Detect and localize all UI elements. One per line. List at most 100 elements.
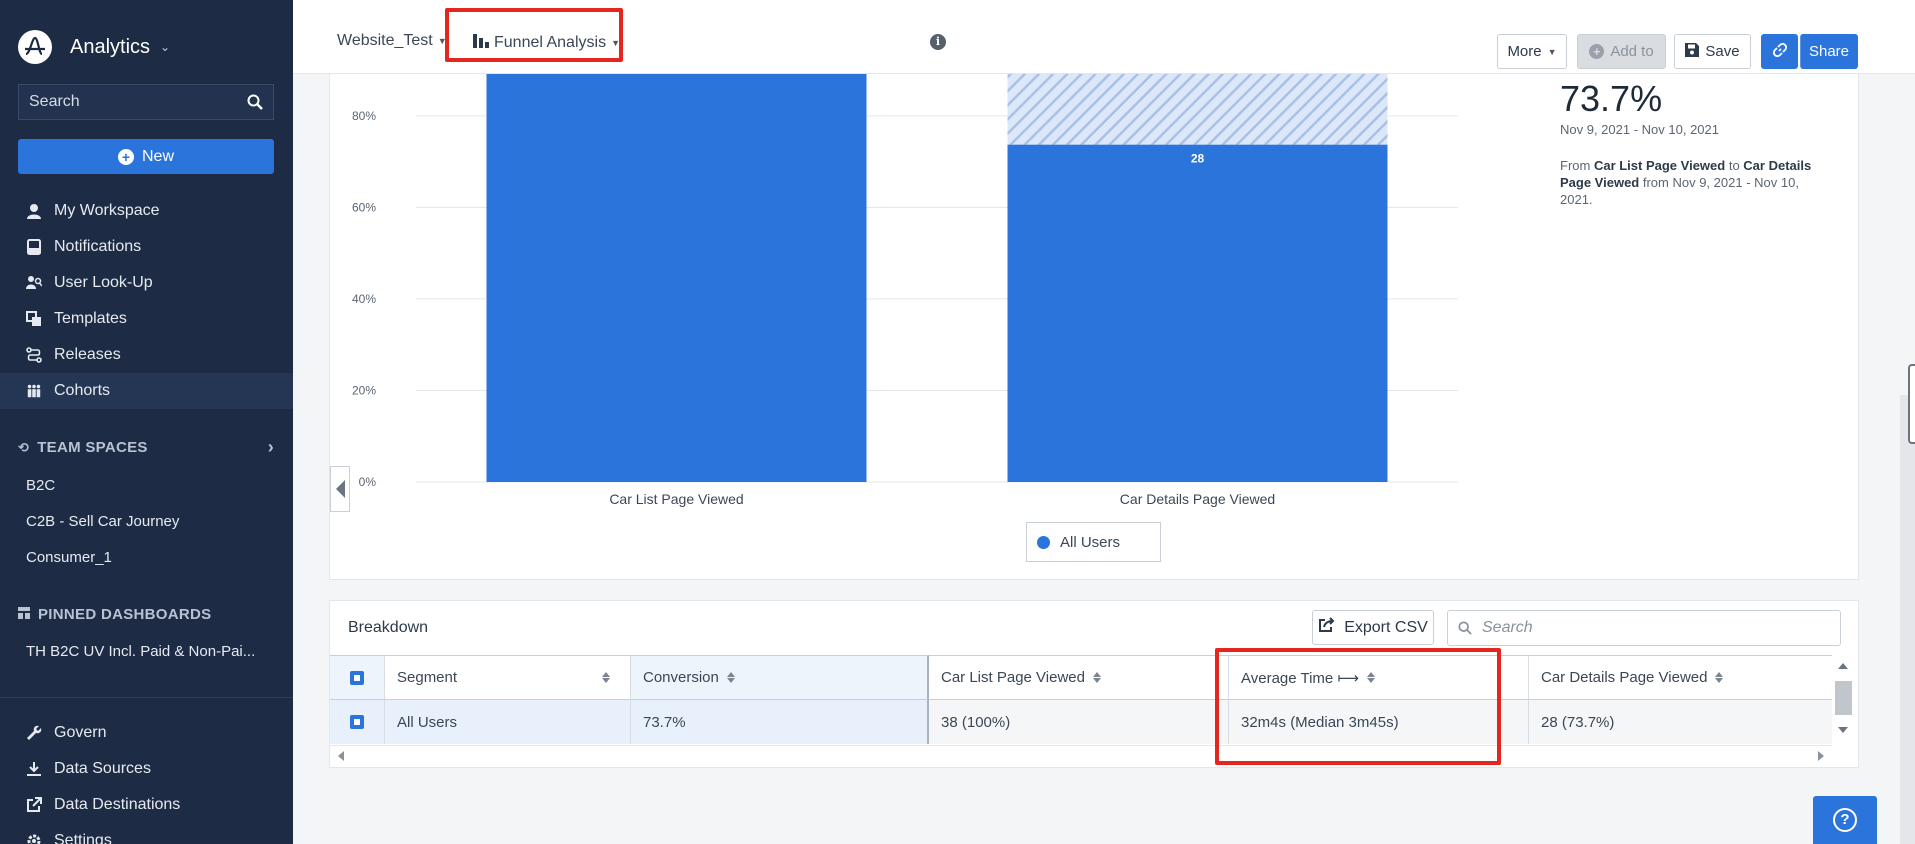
row-checkbox[interactable]: [330, 700, 385, 744]
sidebar-item-data-sources[interactable]: Data Sources: [0, 751, 293, 787]
help-button[interactable]: ?: [1813, 796, 1877, 844]
sidebar-item-releases[interactable]: Releases: [0, 337, 293, 373]
page-scrollbar-track[interactable]: [1900, 395, 1915, 844]
column-header-label: Segment: [397, 669, 458, 686]
scroll-up-icon: [1838, 663, 1848, 669]
wrench-icon: [26, 725, 42, 741]
sidebar-item-label: Settings: [54, 832, 112, 844]
info-icon[interactable]: i: [930, 34, 946, 50]
sidebar-item-data-destinations[interactable]: Data Destinations: [0, 787, 293, 823]
y-tick-label: 20%: [352, 383, 376, 397]
gear-icon: [26, 833, 42, 844]
sidebar-search-input[interactable]: Search: [18, 84, 274, 120]
question-mark-icon: ?: [1833, 808, 1857, 832]
sort-icon: [602, 672, 610, 683]
scroll-thumb[interactable]: [1835, 681, 1852, 715]
column-header-label: Car List Page Viewed: [941, 669, 1085, 686]
conversion-rate: 73.7%: [1560, 78, 1663, 119]
team-space-item[interactable]: B2C: [26, 477, 55, 494]
sort-icon: [1715, 672, 1724, 683]
summary-description: From Car List Page Viewed to Car Details…: [1560, 157, 1820, 208]
add-to-button[interactable]: + Add to: [1577, 34, 1666, 69]
caret-left-icon: [335, 480, 345, 498]
app-switcher[interactable]: Analytics ⌄: [18, 30, 170, 64]
copy-link-button[interactable]: [1761, 34, 1798, 69]
plus-icon: +: [117, 148, 134, 165]
export-csv-button[interactable]: Export CSV: [1312, 610, 1434, 645]
cohorts-icon: [26, 383, 42, 399]
pinned-dashboards-header[interactable]: PINNED DASHBOARDS: [18, 606, 274, 623]
sidebar-item-templates[interactable]: Templates: [0, 301, 293, 337]
sidebar-item-label: Govern: [54, 724, 107, 741]
plus-circle-icon: +: [1589, 44, 1605, 59]
cell-segment: All Users: [385, 700, 631, 744]
breakdown-table: Segment Conversion Car List Page Viewed …: [330, 655, 1832, 745]
sidebar-item-user-look-up[interactable]: User Look-Up: [0, 265, 293, 301]
column-header-conversion[interactable]: Conversion: [631, 655, 929, 700]
app-name: Analytics: [70, 35, 151, 58]
amplitude-logo-icon: [18, 30, 52, 64]
scroll-right-icon: [1818, 751, 1824, 761]
chevron-down-icon: ▼: [1547, 46, 1557, 57]
templates-icon: [26, 311, 42, 327]
sidebar-item-label: Notifications: [54, 238, 142, 255]
cell-step1: 38 (100%): [929, 700, 1229, 744]
team-spaces-icon: ⟲: [18, 439, 30, 455]
breakdown-search-input[interactable]: Search: [1447, 610, 1841, 646]
column-header-step2[interactable]: Car Details Page Viewed: [1529, 655, 1832, 700]
horizontal-scrollbar[interactable]: [330, 745, 1832, 767]
project-name: Website_Test: [337, 32, 433, 49]
chevron-right-icon[interactable]: ›: [268, 437, 274, 458]
desc-from-event: Car List Page Viewed: [1593, 158, 1726, 173]
sidebar-item-notifications[interactable]: Notifications: [0, 229, 293, 265]
collapse-panel-toggle[interactable]: [330, 466, 350, 512]
sidebar: Analytics ⌄ Search + New My Workspace No…: [0, 0, 293, 844]
new-button[interactable]: + New: [18, 139, 274, 174]
releases-icon: [26, 347, 42, 363]
team-space-item[interactable]: Consumer_1: [26, 549, 112, 566]
side-panel-tab[interactable]: [1908, 364, 1915, 444]
sidebar-item-label: Templates: [54, 310, 127, 327]
pinned-dashboard-item[interactable]: TH B2C UV Incl. Paid & Non-Pai...: [26, 643, 255, 660]
vertical-scrollbar[interactable]: [1832, 655, 1854, 767]
inbox-icon: [26, 239, 42, 255]
column-header-segment[interactable]: Segment: [385, 655, 631, 700]
sidebar-item-my-workspace[interactable]: My Workspace: [0, 193, 293, 229]
chart-card: 28 0% 20% 40% 60% 80% Car List Page Viewed Ca…: [329, 74, 1859, 580]
search-icon: [1458, 621, 1472, 635]
scroll-left-icon: [338, 751, 344, 761]
sort-icon: [1092, 672, 1101, 683]
breakdown-title: Breakdown: [348, 619, 429, 636]
funnel-chart: 28 0% 20% 40% 60% 80% Car List Page Viewed Ca…: [352, 74, 1458, 507]
team-space-item[interactable]: C2B - Sell Car Journey: [26, 513, 179, 530]
project-selector[interactable]: Website_Test ▼: [337, 32, 447, 50]
more-button[interactable]: More ▼: [1497, 34, 1567, 69]
sidebar-item-settings[interactable]: Settings: [0, 823, 293, 844]
desc-text: From: [1560, 158, 1594, 173]
y-tick-label: 40%: [352, 292, 376, 306]
checkbox-icon: [350, 670, 364, 685]
pinned-dashboards-title: PINNED DASHBOARDS: [38, 606, 212, 623]
export-icon: [26, 797, 42, 813]
sidebar-item-govern[interactable]: Govern: [0, 715, 293, 751]
conversion-bar: [1007, 144, 1388, 482]
sidebar-item-cohorts[interactable]: Cohorts: [0, 373, 293, 409]
search-icon: [247, 94, 263, 110]
share-button[interactable]: Share: [1800, 34, 1858, 69]
cell-step2: 28 (73.7%): [1529, 700, 1832, 744]
select-all-checkbox[interactable]: [330, 655, 385, 700]
conversion-bar: [486, 74, 867, 482]
highlight-box-average-time: [1215, 648, 1501, 765]
sidebar-item-label: User Look-Up: [54, 274, 153, 291]
chart-legend[interactable]: All Users: [1026, 522, 1161, 562]
sidebar-item-label: Releases: [54, 346, 121, 363]
team-spaces-header[interactable]: ⟲ TEAM SPACES ›: [18, 437, 274, 458]
summary-date-range: Nov 9, 2021 - Nov 10, 2021: [1560, 122, 1719, 137]
top-bar: Website_Test ▼ Funnel Analysis ▼ i More …: [293, 8, 1915, 74]
column-header-step1[interactable]: Car List Page Viewed: [929, 655, 1229, 700]
sidebar-divider: [0, 697, 293, 698]
x-tick-label: Car List Page Viewed: [609, 491, 743, 507]
team-spaces-title: TEAM SPACES: [37, 439, 148, 456]
desc-text: to: [1725, 158, 1744, 173]
save-button[interactable]: Save: [1674, 34, 1751, 69]
